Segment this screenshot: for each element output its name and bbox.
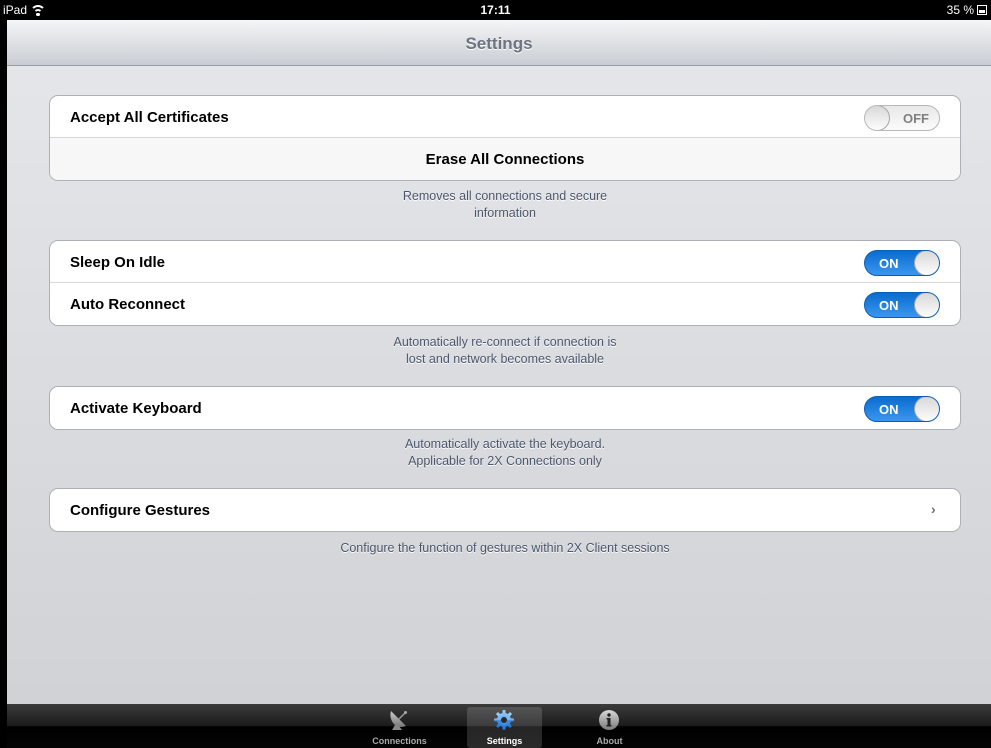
settings-screen: Settings Accept All Certificates OFF Era… xyxy=(7,20,991,704)
tab-bar: Connections Settings About xyxy=(7,704,991,748)
battery-percent: 35 % xyxy=(946,3,974,17)
page-title: Settings xyxy=(465,34,533,53)
auto-reconnect-row: Auto Reconnect ON xyxy=(50,283,960,325)
certificates-footer: Removes all connections and secure infor… xyxy=(49,188,961,222)
keyboard-footer: Automatically activate the keyboard. App… xyxy=(49,436,961,470)
toggle-state-text: ON xyxy=(879,256,899,271)
tab-label: Settings xyxy=(486,736,523,746)
satellite-dish-icon xyxy=(390,711,407,730)
erase-connections-button[interactable]: Erase All Connections xyxy=(50,138,960,180)
accept-certificates-label: Accept All Certificates xyxy=(70,109,229,126)
status-battery: 35 % xyxy=(947,3,987,17)
footer-line: Removes all connections and secure xyxy=(402,189,608,203)
activate-keyboard-label: Activate Keyboard xyxy=(70,400,202,417)
accept-certificates-toggle[interactable]: OFF xyxy=(864,105,940,131)
accept-certificates-row: Accept All Certificates OFF xyxy=(50,96,960,138)
chevron-right-icon: › xyxy=(931,501,936,517)
footer-line: information xyxy=(474,206,536,220)
battery-icon xyxy=(977,5,987,15)
toggle-state-text: OFF xyxy=(903,111,929,126)
auto-reconnect-toggle[interactable]: ON xyxy=(864,292,940,318)
toggle-knob xyxy=(914,293,939,317)
tab-label: About xyxy=(596,736,623,746)
toggle-state-text: ON xyxy=(879,298,899,313)
footer-line: Configure the function of gestures withi… xyxy=(340,541,670,555)
connection-footer: Automatically re-connect if connection i… xyxy=(49,334,961,368)
connection-group: Sleep On Idle ON Auto Reconnect ON xyxy=(49,240,961,326)
sleep-on-idle-toggle[interactable]: ON xyxy=(864,250,940,276)
toggle-knob xyxy=(865,106,890,130)
footer-line: lost and network becomes available xyxy=(405,352,605,366)
status-time: 17:11 xyxy=(480,3,511,17)
sleep-on-idle-label: Sleep On Idle xyxy=(70,254,166,271)
activate-keyboard-toggle[interactable]: ON xyxy=(864,396,940,422)
toggle-knob xyxy=(914,251,939,275)
activate-keyboard-row: Activate Keyboard ON xyxy=(50,387,960,429)
navigation-bar: Settings xyxy=(7,20,991,66)
configure-gestures-label: Configure Gestures xyxy=(70,502,211,519)
status-bar: iPad 17:11 35 % xyxy=(0,0,991,20)
footer-line: Automatically re-connect if connection i… xyxy=(393,335,617,349)
info-icon xyxy=(599,710,619,730)
footer-line: Automatically activate the keyboard. xyxy=(404,437,606,451)
tab-settings[interactable]: Settings xyxy=(467,707,542,748)
toggle-state-text: ON xyxy=(879,402,899,417)
tab-label: Connections xyxy=(372,736,427,746)
keyboard-group: Activate Keyboard ON xyxy=(49,386,961,430)
gestures-group: Configure Gestures › xyxy=(49,488,961,532)
auto-reconnect-label: Auto Reconnect xyxy=(70,296,186,313)
configure-gestures-row[interactable]: Configure Gestures › xyxy=(50,489,960,531)
toggle-knob xyxy=(914,397,939,421)
tab-connections[interactable]: Connections xyxy=(362,707,437,748)
tab-about[interactable]: About xyxy=(572,707,647,748)
gestures-footer: Configure the function of gestures withi… xyxy=(49,540,961,557)
sleep-on-idle-row: Sleep On Idle ON xyxy=(50,241,960,283)
certificates-group: Accept All Certificates OFF Erase All Co… xyxy=(49,95,961,181)
gear-icon xyxy=(494,710,514,730)
footer-line: Applicable for 2X Connections only xyxy=(408,454,602,468)
erase-connections-label: Erase All Connections xyxy=(425,151,585,168)
